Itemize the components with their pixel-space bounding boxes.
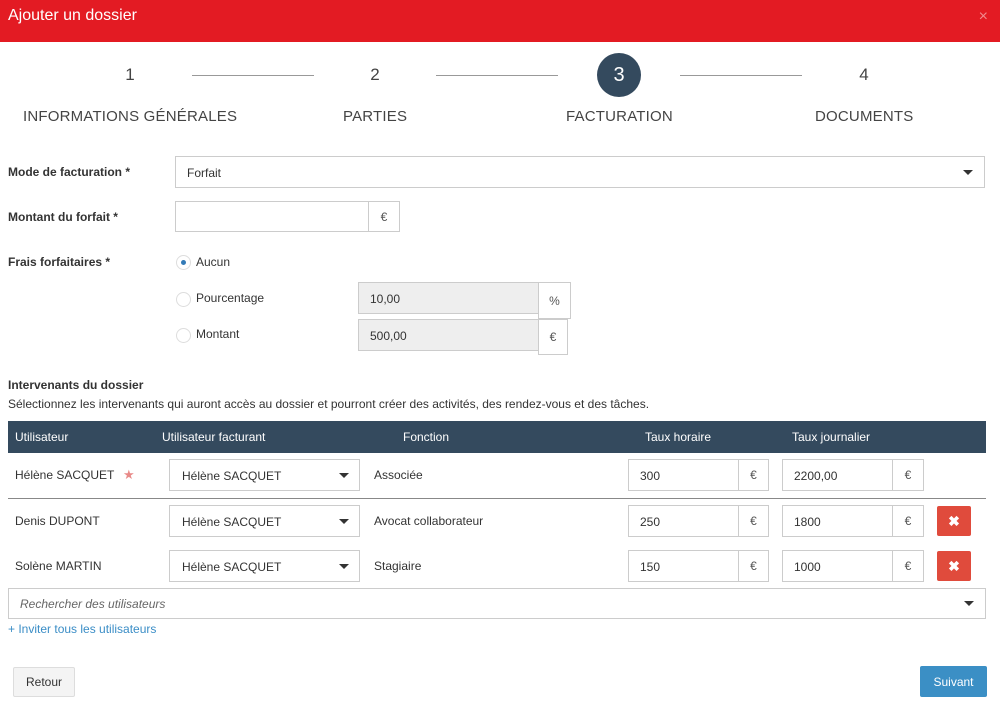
daily-rate-value: 1000 <box>794 560 821 574</box>
hourly-currency-addon: € <box>738 550 769 582</box>
caret-down-icon <box>339 564 349 569</box>
hourly-rate-value: 250 <box>640 515 661 529</box>
function-text: Associée <box>374 468 423 482</box>
fees-label: Frais forfaitaires * <box>8 255 111 269</box>
caret-down-icon <box>963 170 973 175</box>
billing-mode-value: Forfait <box>187 166 222 180</box>
dialog-header: Ajouter un dossier × <box>0 0 1000 42</box>
amount-currency-addon: € <box>368 201 400 232</box>
step-3-active-circle[interactable]: 3 <box>597 53 641 97</box>
participants-description: Sélectionnez les intervenants qui auront… <box>8 397 650 411</box>
row-divider <box>8 498 986 499</box>
next-button[interactable]: Suivant <box>920 666 987 697</box>
close-icon[interactable]: × <box>979 8 988 26</box>
star-icon: ★ <box>123 467 135 482</box>
caret-down-icon <box>339 473 349 478</box>
step-3-label[interactable]: FACTURATION <box>566 108 673 125</box>
remove-user-button[interactable]: ✖ <box>937 551 971 581</box>
fees-amount-currency-addon: € <box>538 319 568 355</box>
hourly-currency-addon: € <box>738 505 769 537</box>
dialog-title: Ajouter un dossier <box>8 7 137 24</box>
step-connector <box>436 75 558 76</box>
step-1-number[interactable]: 1 <box>120 65 140 85</box>
col-function: Fonction <box>403 430 450 444</box>
fees-percent-input[interactable]: 10,00 <box>358 282 539 314</box>
step-1-label[interactable]: INFORMATIONS GÉNÉRALES <box>23 108 237 125</box>
billing-user-value: Hélène SACQUET <box>182 560 282 574</box>
invite-all-link[interactable]: + Inviter tous les utilisateurs <box>8 622 156 636</box>
user-name: Solène MARTIN <box>15 559 102 573</box>
daily-rate-value: 2200,00 <box>794 469 838 483</box>
step-connector <box>680 75 802 76</box>
fees-amount-radio[interactable] <box>176 328 191 343</box>
fees-none-label[interactable]: Aucun <box>196 255 230 269</box>
caret-down-icon <box>339 519 349 524</box>
step-4-label[interactable]: DOCUMENTS <box>815 108 913 125</box>
hourly-rate-value: 300 <box>640 469 661 483</box>
daily-rate-value: 1800 <box>794 515 821 529</box>
search-users-select[interactable]: Rechercher des utilisateurs <box>8 588 986 619</box>
times-icon: ✖ <box>948 512 960 529</box>
function-text: Avocat collaborateur <box>374 514 484 528</box>
daily-rate-input[interactable]: 2200,00 <box>782 459 893 491</box>
hourly-rate-input[interactable]: 250 <box>628 505 739 537</box>
fees-amount-input[interactable]: 500,00 <box>358 319 539 351</box>
billing-user-value: Hélène SACQUET <box>182 515 282 529</box>
daily-currency-addon: € <box>892 459 924 491</box>
participants-title: Intervenants du dossier <box>8 378 144 392</box>
step-connector <box>192 75 314 76</box>
hourly-rate-input[interactable]: 150 <box>628 550 739 582</box>
user-name: Denis DUPONT <box>15 514 100 528</box>
billing-mode-label: Mode de facturation * <box>8 165 131 179</box>
billing-mode-select[interactable]: Forfait <box>175 156 985 188</box>
fees-percent-radio[interactable] <box>176 292 191 307</box>
col-hourly-rate: Taux horaire <box>645 430 712 444</box>
remove-user-button[interactable]: ✖ <box>937 506 971 536</box>
billing-user-select[interactable]: Hélène SACQUET <box>169 505 360 537</box>
step-4-number[interactable]: 4 <box>854 65 874 85</box>
step-2-label[interactable]: PARTIES <box>343 108 407 125</box>
user-name: Hélène SACQUET <box>15 468 115 482</box>
fees-amount-value: 500,00 <box>370 329 407 343</box>
step-2-number[interactable]: 2 <box>365 65 385 85</box>
daily-rate-input[interactable]: 1800 <box>782 505 893 537</box>
caret-down-icon <box>964 601 974 606</box>
times-icon: ✖ <box>948 557 960 574</box>
billing-user-select[interactable]: Hélène SACQUET <box>169 550 360 582</box>
search-users-placeholder: Rechercher des utilisateurs <box>20 597 166 611</box>
fees-percent-value: 10,00 <box>370 292 401 306</box>
amount-label: Montant du forfait * <box>8 210 118 224</box>
daily-currency-addon: € <box>892 505 924 537</box>
function-text: Stagiaire <box>374 559 422 573</box>
hourly-rate-input[interactable]: 300 <box>628 459 739 491</box>
billing-user-select[interactable]: Hélène SACQUET <box>169 459 360 491</box>
amount-input[interactable] <box>175 201 369 232</box>
col-daily-rate: Taux journalier <box>792 430 871 444</box>
fees-amount-label[interactable]: Montant <box>196 327 239 341</box>
fees-none-radio[interactable] <box>176 255 191 270</box>
participants-table-header: Utilisateur Utilisateur facturant Foncti… <box>8 421 986 453</box>
percent-addon: % <box>538 282 571 319</box>
hourly-currency-addon: € <box>738 459 769 491</box>
col-user: Utilisateur <box>15 430 69 444</box>
hourly-rate-value: 150 <box>640 560 661 574</box>
billing-user-value: Hélène SACQUET <box>182 469 282 483</box>
col-billing-user: Utilisateur facturant <box>162 430 266 444</box>
back-button[interactable]: Retour <box>13 667 75 697</box>
fees-percent-label[interactable]: Pourcentage <box>196 291 264 305</box>
daily-rate-input[interactable]: 1000 <box>782 550 893 582</box>
daily-currency-addon: € <box>892 550 924 582</box>
